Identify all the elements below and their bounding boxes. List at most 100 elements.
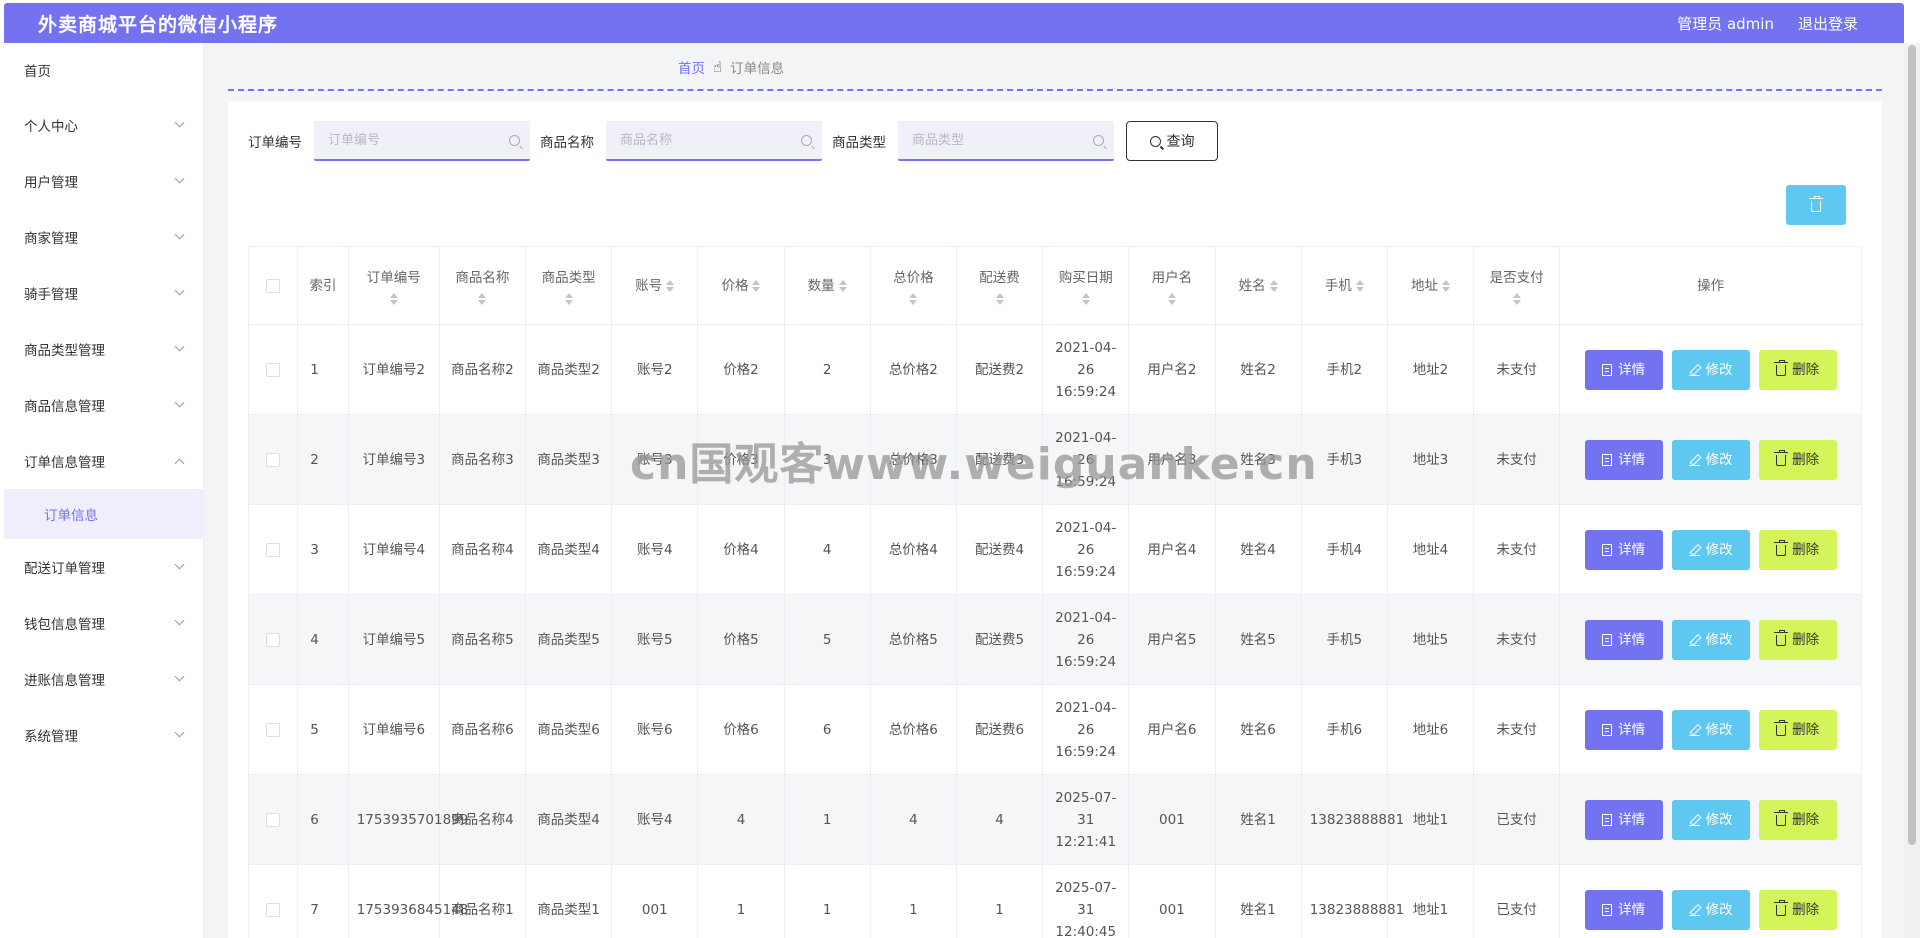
detail-button[interactable]: 详情 (1584, 709, 1663, 750)
chevron-down-icon (174, 229, 185, 240)
col-phone[interactable]: 手机 (1300, 246, 1388, 325)
col-label: 商品名称 (455, 269, 510, 286)
sort-icon[interactable] (1081, 292, 1090, 305)
detail-button[interactable]: 详情 (1584, 349, 1663, 390)
sort-icon[interactable] (1441, 279, 1450, 292)
sidebar-item-wallet-management[interactable]: 钱包信息管理 (4, 595, 203, 651)
row-checkbox[interactable] (266, 812, 281, 827)
col-product-type[interactable]: 商品类型 (525, 246, 613, 325)
col-name[interactable]: 姓名 (1214, 246, 1302, 325)
edit-button[interactable]: 修改 (1671, 619, 1750, 660)
sort-icon[interactable] (752, 279, 761, 292)
cell-account: 账号6 (611, 684, 699, 775)
edit-button[interactable]: 修改 (1671, 349, 1750, 390)
sort-icon[interactable] (995, 292, 1004, 305)
detail-button[interactable]: 详情 (1584, 619, 1663, 660)
sidebar-item-personal-center[interactable]: 个人中心 (4, 97, 203, 153)
row-select-cell (247, 414, 299, 505)
edit-label: 修改 (1705, 541, 1733, 558)
sidebar-subitem-order-info[interactable]: 订单信息 (4, 489, 203, 539)
sidebar-item-home[interactable]: 首页 (4, 43, 203, 97)
detail-button[interactable]: 详情 (1584, 799, 1663, 840)
row-checkbox[interactable] (266, 722, 281, 737)
cell-address: 地址6 (1386, 684, 1475, 775)
cell-name: 姓名4 (1214, 504, 1302, 595)
col-product-name[interactable]: 商品名称 (438, 246, 527, 325)
sort-icon[interactable] (909, 292, 918, 305)
breadcrumb-home[interactable]: 首页 (678, 57, 705, 77)
row-checkbox[interactable] (266, 902, 281, 917)
cell-product-type: 商品类型6 (525, 684, 613, 775)
sort-icon[interactable] (1512, 292, 1521, 305)
detail-button[interactable]: 详情 (1584, 889, 1663, 930)
col-account[interactable]: 账号 (611, 246, 699, 325)
cell-product-name: 商品名称4 (438, 774, 527, 865)
vertical-scrollbar[interactable] (1904, 43, 1920, 938)
delete-button[interactable]: 删除 (1758, 529, 1837, 570)
select-all-checkbox[interactable] (266, 278, 281, 293)
edit-button[interactable]: 修改 (1671, 889, 1750, 930)
product-name-input[interactable] (620, 132, 790, 148)
sidebar-item-rider-management[interactable]: 骑手管理 (4, 265, 203, 321)
scrollbar-thumb[interactable] (1908, 45, 1916, 845)
col-quantity[interactable]: 数量 (783, 246, 871, 325)
col-purchase-date[interactable]: 购买日期 (1042, 246, 1130, 325)
sort-icon[interactable] (1167, 292, 1176, 305)
edit-button[interactable]: 修改 (1671, 439, 1750, 480)
sort-icon[interactable] (478, 292, 487, 305)
sidebar-item-system-management[interactable]: 系统管理 (4, 707, 203, 763)
query-button[interactable]: 查询 (1126, 121, 1218, 161)
col-address[interactable]: 地址 (1386, 246, 1475, 325)
col-username[interactable]: 用户名 (1128, 246, 1216, 325)
order-no-input[interactable] (328, 132, 498, 148)
col-price[interactable]: 价格 (697, 246, 785, 325)
delete-button[interactable]: 删除 (1758, 709, 1837, 750)
delete-button[interactable]: 删除 (1758, 349, 1837, 390)
sort-icon[interactable] (564, 292, 573, 305)
detail-button[interactable]: 详情 (1584, 439, 1663, 480)
sort-icon[interactable] (389, 292, 398, 305)
cell-quantity: 6 (783, 684, 871, 775)
sidebar-item-delivery-order-management[interactable]: 配送订单管理 (4, 539, 203, 595)
document-icon (1602, 723, 1613, 736)
row-checkbox[interactable] (266, 542, 281, 557)
sidebar-item-merchant-management[interactable]: 商家管理 (4, 209, 203, 265)
logout-button[interactable]: 退出登录 (1798, 13, 1858, 34)
edit-label: 修改 (1705, 451, 1733, 468)
sidebar-item-product-info-management[interactable]: 商品信息管理 (4, 377, 203, 433)
batch-delete-button[interactable] (1786, 185, 1846, 225)
sidebar-item-product-type-management[interactable]: 商品类型管理 (4, 321, 203, 377)
col-paid[interactable]: 是否支付 (1473, 246, 1561, 325)
delete-button[interactable]: 删除 (1758, 619, 1837, 660)
edit-button[interactable]: 修改 (1671, 799, 1750, 840)
delete-button[interactable]: 删除 (1758, 889, 1837, 930)
cell-name: 姓名1 (1214, 774, 1302, 865)
cell-index: 1 (297, 324, 349, 415)
col-total[interactable]: 总价格 (869, 246, 957, 325)
detail-button[interactable]: 详情 (1584, 529, 1663, 570)
col-delivery-fee[interactable]: 配送费 (955, 246, 1044, 325)
delete-label: 删除 (1792, 721, 1820, 738)
product-type-input[interactable] (912, 132, 1082, 148)
sort-icon[interactable] (666, 279, 675, 292)
sidebar-item-income-management[interactable]: 进账信息管理 (4, 651, 203, 707)
edit-label: 修改 (1705, 901, 1733, 918)
row-checkbox[interactable] (266, 362, 281, 377)
row-checkbox[interactable] (266, 632, 281, 647)
edit-icon (1688, 364, 1700, 376)
delete-button[interactable]: 删除 (1758, 799, 1837, 840)
col-order-no[interactable]: 订单编号 (347, 246, 440, 325)
sidebar-item-user-management[interactable]: 用户管理 (4, 153, 203, 209)
product-name-field (606, 121, 822, 161)
edit-button[interactable]: 修改 (1671, 709, 1750, 750)
document-icon (1602, 633, 1613, 646)
sort-icon[interactable] (1269, 279, 1278, 292)
sidebar-item-order-info-management[interactable]: 订单信息管理 (4, 433, 203, 489)
table-header-row: 索引 订单编号 商品名称 商品类型 账号 价格 数量 总价格 配送费 购买日期 … (247, 246, 1862, 325)
edit-button[interactable]: 修改 (1671, 529, 1750, 570)
admin-user-label[interactable]: 管理员 admin (1677, 13, 1774, 34)
sort-icon[interactable] (838, 279, 847, 292)
sort-icon[interactable] (1355, 279, 1364, 292)
delete-button[interactable]: 删除 (1758, 439, 1837, 480)
row-checkbox[interactable] (266, 452, 281, 467)
